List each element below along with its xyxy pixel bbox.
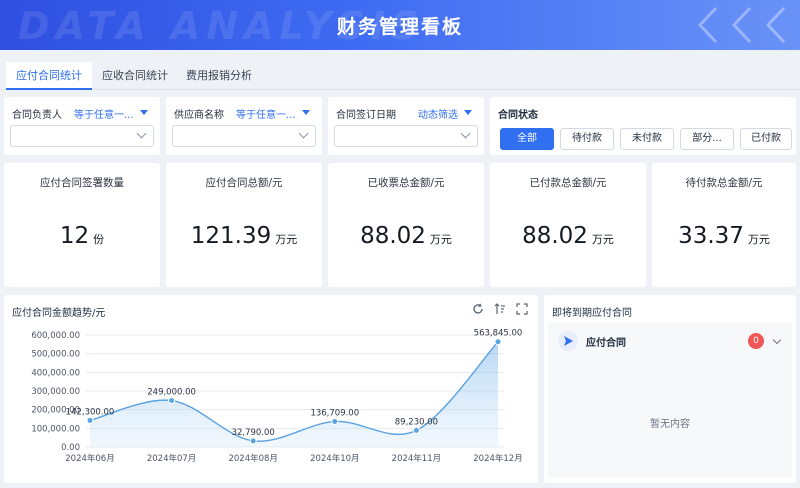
header-chevron-icon bbox=[765, 6, 786, 44]
y-tick-label: 300,000.00 bbox=[31, 387, 80, 397]
x-tick-label: 2024年10月 bbox=[310, 453, 359, 464]
header-chevron-icon bbox=[731, 6, 752, 44]
chevron-down-icon bbox=[460, 128, 471, 139]
x-tick-label: 2024年11月 bbox=[392, 453, 441, 464]
kpi-card-contract-total: 应付合同总额/元 121.39 万元 bbox=[166, 163, 322, 287]
chevron-down-icon[interactable] bbox=[772, 335, 782, 345]
status-option-all[interactable]: 全部 bbox=[500, 128, 554, 150]
due-contracts-panel: 即将到期应付合同 应付合同 0 暂无内容 bbox=[544, 295, 796, 483]
kpi-value: 88.02 万元 bbox=[490, 223, 646, 249]
x-tick-label: 2024年12月 bbox=[473, 453, 522, 464]
data-label: 142,300.00 bbox=[66, 407, 115, 417]
x-tick-label: 2024年08月 bbox=[228, 453, 277, 464]
count-badge: 0 bbox=[748, 333, 764, 349]
trend-chart: 0.00100,000.00200,000.00300,000.00400,00… bbox=[31, 329, 523, 464]
due-group-payable[interactable]: 应付合同 0 bbox=[554, 329, 786, 353]
filter-label: 供应商名称 bbox=[174, 110, 224, 121]
data-point[interactable] bbox=[86, 416, 94, 424]
filter-operator[interactable]: 等于任意一... bbox=[74, 106, 134, 121]
tab-receivable-contracts[interactable]: 应收合同统计 bbox=[92, 62, 178, 90]
kpi-number: 12 bbox=[59, 223, 90, 249]
data-point[interactable] bbox=[331, 417, 339, 425]
kpi-unit: 万元 bbox=[591, 233, 614, 246]
due-group-label: 应付合同 bbox=[586, 338, 626, 349]
status-option-paid[interactable]: 已付款 bbox=[740, 128, 792, 150]
contract-date-select[interactable] bbox=[334, 125, 478, 147]
data-point[interactable] bbox=[494, 338, 502, 346]
kpi-number: 88.02 bbox=[360, 223, 426, 249]
app-header: DATA ANALYSIS 财务管理看板 bbox=[0, 0, 800, 50]
data-label: 563,845.00 bbox=[474, 329, 523, 339]
y-tick-label: 500,000.00 bbox=[31, 350, 80, 360]
kpi-card-paid-total: 已付款总金额/元 88.02 万元 bbox=[490, 163, 646, 287]
kpi-label: 应付合同总额/元 bbox=[205, 177, 283, 189]
kpi-number: 33.37 bbox=[678, 223, 744, 249]
header-chevron-icon bbox=[697, 6, 718, 44]
tab-bar: 应付合同统计 应收合同统计 费用报销分析 bbox=[0, 62, 800, 90]
filter-label: 合同状态 bbox=[498, 110, 538, 121]
kpi-label: 待付款总金额/元 bbox=[685, 177, 763, 189]
trend-panel: 应付合同金额趋势/元 0.00 100,000.00 200,000.00 300,0… bbox=[4, 295, 538, 483]
filter-supplier-name: 供应商名称 等于任意一... bbox=[166, 97, 322, 155]
kpi-unit: 万元 bbox=[429, 233, 452, 246]
status-option-partial[interactable]: 部分... bbox=[680, 128, 734, 150]
y-tick-label: 100,000.00 bbox=[31, 424, 80, 434]
filter-contract-date: 合同签订日期 动态筛选 bbox=[328, 97, 484, 155]
kpi-unit: 份 bbox=[93, 233, 105, 246]
kpi-label: 应付合同签署数量 bbox=[40, 177, 124, 189]
filter-contract-owner: 合同负责人 等于任意一... bbox=[4, 97, 160, 155]
kpi-value: 88.02 万元 bbox=[328, 223, 484, 249]
x-tick-label: 2024年06月 bbox=[65, 453, 114, 464]
kpi-card-pending-total: 待付款总金额/元 33.37 万元 bbox=[652, 163, 796, 287]
tab-payable-contracts[interactable]: 应付合同统计 bbox=[6, 62, 92, 90]
x-tick-label: 2024年07月 bbox=[147, 453, 196, 464]
contract-owner-select[interactable] bbox=[10, 125, 154, 147]
status-option-pending[interactable]: 待付款 bbox=[560, 128, 614, 150]
chevron-down-icon bbox=[298, 128, 309, 139]
data-point[interactable] bbox=[249, 437, 257, 445]
data-point[interactable] bbox=[412, 426, 420, 434]
supplier-name-select[interactable] bbox=[172, 125, 316, 147]
kpi-value: 12 份 bbox=[4, 223, 160, 249]
y-tick-label: 400,000.00 bbox=[31, 368, 80, 378]
kpi-value: 121.39 万元 bbox=[166, 223, 322, 249]
page-title: 财务管理看板 bbox=[336, 16, 463, 38]
filter-contract-status: 合同状态 全部 待付款 未付款 部分... 已付款 bbox=[490, 97, 796, 155]
due-list: 应付合同 0 暂无内容 bbox=[548, 323, 792, 477]
kpi-unit: 万元 bbox=[747, 233, 770, 246]
data-label: 32,790.00 bbox=[232, 428, 275, 438]
kpi-card-invoiced-total: 已收票总金额/元 88.02 万元 bbox=[328, 163, 484, 287]
empty-state: 暂无内容 bbox=[650, 419, 690, 430]
data-label: 136,709.00 bbox=[310, 408, 359, 418]
filter-operator[interactable]: 动态筛选 bbox=[418, 106, 458, 121]
data-point[interactable] bbox=[168, 397, 176, 405]
due-panel-title: 即将到期应付合同 bbox=[552, 308, 632, 319]
data-label: 89,230.00 bbox=[395, 417, 438, 427]
y-tick-label: 600,000.00 bbox=[31, 331, 80, 341]
kpi-label: 已收票总金额/元 bbox=[367, 177, 445, 189]
caret-down-icon[interactable] bbox=[464, 110, 472, 115]
kpi-value: 33.37 万元 bbox=[652, 223, 796, 249]
y-tick-label: 0.00 bbox=[61, 443, 80, 453]
caret-down-icon[interactable] bbox=[140, 110, 148, 115]
kpi-number: 88.02 bbox=[522, 223, 588, 249]
filter-label: 合同签订日期 bbox=[336, 110, 396, 121]
send-icon bbox=[558, 331, 578, 351]
caret-down-icon[interactable] bbox=[302, 110, 310, 115]
filter-label: 合同负责人 bbox=[12, 110, 62, 121]
tab-expense-analysis[interactable]: 费用报销分析 bbox=[176, 62, 262, 90]
chevron-down-icon bbox=[136, 128, 147, 139]
filter-operator[interactable]: 等于任意一... bbox=[236, 106, 296, 121]
data-label: 249,000.00 bbox=[147, 388, 196, 398]
status-option-unpaid[interactable]: 未付款 bbox=[620, 128, 674, 150]
kpi-label: 已付款总金额/元 bbox=[529, 177, 607, 189]
kpi-card-contract-count: 应付合同签署数量 12 份 bbox=[4, 163, 160, 287]
kpi-number: 121.39 bbox=[190, 223, 272, 249]
kpi-unit: 万元 bbox=[275, 233, 298, 246]
